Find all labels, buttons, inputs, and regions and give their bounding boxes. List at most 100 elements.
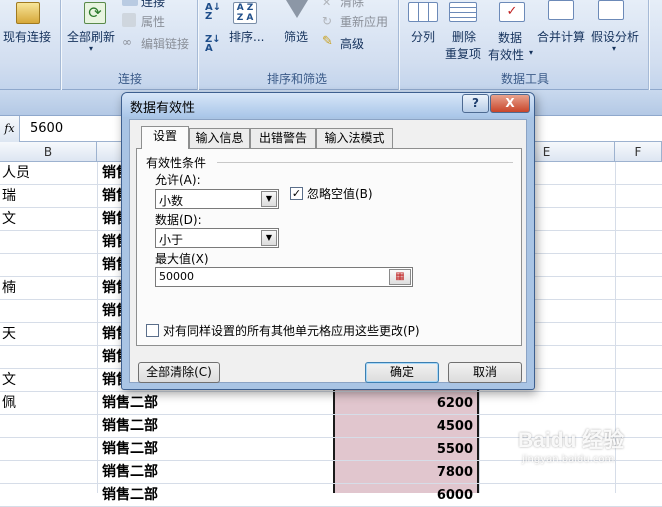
maximum-label: 最大值(X) — [155, 252, 209, 266]
advanced-icon: ✎ — [322, 34, 333, 49]
cell-name[interactable] — [2, 254, 94, 277]
filter-icon — [286, 0, 308, 18]
cell-name[interactable] — [2, 438, 94, 461]
tab-input-message[interactable]: 输入信息 — [189, 128, 250, 148]
remove-duplicates-button[interactable]: 删除 — [452, 28, 476, 45]
clear-all-button[interactable]: 全部清除(C) — [138, 362, 220, 383]
data-validation-icon: ✓ — [499, 2, 525, 22]
cell-department[interactable]: 销售二部 — [102, 461, 330, 484]
data-validation-label-2[interactable]: 有效性 — [488, 46, 524, 63]
column-header-b[interactable]: B — [0, 142, 97, 162]
chevron-down-icon[interactable]: ▼ — [261, 230, 277, 246]
connections-button[interactable]: 连接 — [141, 0, 165, 10]
cell-department[interactable]: 销售二部 — [102, 438, 330, 461]
watermark-brand: Baidu 经验 — [518, 429, 625, 452]
cell-name[interactable] — [2, 461, 94, 484]
cell-department[interactable]: 销售二部 — [102, 415, 330, 438]
close-button[interactable]: X — [490, 94, 530, 113]
tab-ime-mode[interactable]: 输入法模式 — [316, 128, 393, 148]
cell-name[interactable]: 文 — [2, 369, 94, 392]
cell-name[interactable]: 文 — [2, 208, 94, 231]
text-to-columns-button[interactable]: 分列 — [411, 28, 435, 45]
cell-name[interactable]: 瑞 — [2, 185, 94, 208]
cell-name[interactable]: 人员 — [2, 162, 94, 185]
cell-name[interactable] — [2, 300, 94, 323]
existing-connections-button[interactable]: 现有连接 — [3, 28, 51, 45]
cell-name[interactable] — [2, 415, 94, 438]
ignore-blank-label[interactable]: 忽略空值(B) — [307, 185, 373, 202]
refresh-all-icon: ⟳ — [84, 2, 106, 24]
clear-icon: ✕ — [322, 0, 332, 9]
data-validation-dialog: 数据有效性 ? X 设置 输入信息 出错警告 输入法模式 有效性条件 允许(A)… — [121, 92, 535, 390]
table-row[interactable]: 佩销售二部 6200 — [0, 392, 662, 415]
advanced-button[interactable]: 高级 — [340, 35, 364, 52]
edit-links-button[interactable]: 编辑链接 — [141, 35, 189, 52]
cell-department[interactable]: 销售二部 — [102, 392, 330, 415]
sort-dialog-icon: A ZZ A — [233, 2, 257, 24]
reapply-button[interactable]: 重新应用 — [340, 13, 388, 30]
cell-name[interactable]: 楠 — [2, 277, 94, 300]
cancel-button[interactable]: 取消 — [448, 362, 522, 383]
allow-select-value: 小数 — [159, 194, 184, 208]
group-label-data-tools: 数据工具 — [500, 72, 549, 86]
maximum-input[interactable]: 50000 ▦ — [155, 267, 413, 287]
existing-connections-icon — [16, 2, 40, 24]
chevron-down-icon[interactable]: ▼ — [261, 191, 277, 207]
cell-amount[interactable]: 6000 — [335, 484, 473, 507]
cell-name[interactable]: 佩 — [2, 392, 94, 415]
sort-ascending-icon[interactable]: A↓ Z — [205, 3, 223, 22]
table-row[interactable]: 销售二部 6000 — [0, 484, 662, 507]
data-label: 数据(D): — [155, 213, 202, 227]
ignore-blank-checkbox[interactable]: ✓ — [290, 187, 303, 200]
ribbon: 现有连接 ⟳ 全部刷新 ▾ 连接 属性 ∞ 编辑链接 连接 A↓ Z Z↓ A A … — [0, 0, 662, 90]
fx-icon[interactable]: fx — [0, 116, 20, 142]
properties-button[interactable]: 属性 — [141, 13, 165, 30]
baidu-watermark: Baidu 经验 jingyan.baidu.com — [518, 424, 658, 474]
data-select[interactable]: 小于 ▼ — [155, 228, 279, 248]
help-button[interactable]: ? — [462, 94, 489, 113]
what-if-icon — [598, 0, 624, 20]
remove-duplicates-icon — [449, 2, 477, 22]
sort-descending-icon[interactable]: Z↓ A — [205, 35, 223, 54]
what-if-analysis-button[interactable]: 假设分析 — [591, 28, 639, 45]
formula-input[interactable]: 5600 — [30, 121, 63, 136]
text-to-columns-icon — [408, 2, 438, 22]
data-validation-dropdown-icon[interactable]: ▾ — [529, 48, 533, 57]
range-picker-icon[interactable]: ▦ — [389, 269, 411, 285]
data-validation-button[interactable]: 数据 — [498, 29, 522, 46]
cell-name[interactable] — [2, 346, 94, 369]
apply-all-label[interactable]: 对有同样设置的所有其他单元格应用这些更改(P) — [163, 322, 420, 339]
what-if-dropdown-icon[interactable]: ▾ — [612, 44, 616, 53]
cell-amount[interactable]: 5500 — [335, 438, 473, 461]
properties-icon — [122, 13, 136, 27]
validation-criteria-heading: 有效性条件 — [146, 156, 207, 170]
ok-button[interactable]: 确定 — [365, 362, 439, 383]
remove-duplicates-label-2[interactable]: 重复项 — [445, 45, 481, 62]
connections-icon — [122, 0, 138, 6]
refresh-dropdown-icon[interactable]: ▾ — [89, 44, 93, 53]
consolidate-icon — [548, 0, 574, 20]
clear-button[interactable]: 清除 — [340, 0, 364, 10]
cell-amount[interactable]: 4500 — [335, 415, 473, 438]
cell-name[interactable] — [2, 484, 94, 507]
watermark-url: jingyan.baidu.com — [522, 454, 615, 465]
section-divider — [217, 162, 513, 163]
data-select-value: 小于 — [159, 233, 184, 247]
cell-department[interactable]: 销售二部 — [102, 484, 330, 507]
cell-name[interactable]: 天 — [2, 323, 94, 346]
settings-panel: 有效性条件 允许(A): 小数 ▼ ✓ 忽略空值(B) 数据(D): 小于 ▼ … — [136, 148, 522, 346]
tab-settings[interactable]: 设置 — [141, 126, 189, 149]
dialog-title: 数据有效性 — [130, 101, 196, 116]
tab-error-alert[interactable]: 出错警告 — [250, 128, 316, 148]
filter-button[interactable]: 筛选 — [284, 28, 308, 45]
refresh-all-button[interactable]: 全部刷新 — [67, 28, 115, 45]
cell-amount[interactable]: 7800 — [335, 461, 473, 484]
allow-select[interactable]: 小数 ▼ — [155, 189, 279, 209]
cell-amount[interactable]: 6200 — [335, 392, 473, 415]
cell-name[interactable] — [2, 231, 94, 254]
apply-all-checkbox[interactable] — [146, 324, 159, 337]
dialog-titlebar[interactable]: 数据有效性 ? X — [122, 93, 534, 117]
column-header-f[interactable]: F — [615, 142, 662, 162]
consolidate-button[interactable]: 合并计算 — [537, 28, 585, 45]
sort-button[interactable]: 排序... — [229, 28, 264, 45]
